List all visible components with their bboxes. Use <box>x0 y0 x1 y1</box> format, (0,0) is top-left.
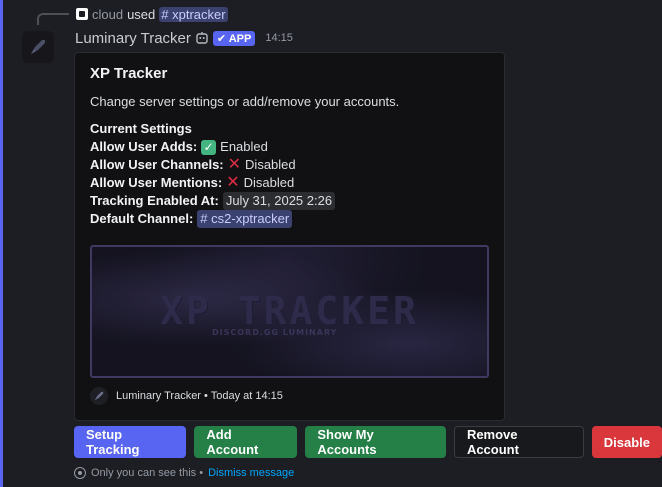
footer-rocket-icon <box>90 387 108 405</box>
setting-row-user-channels: Allow User Channels: ✕ Disabled <box>90 156 335 174</box>
setting-label: Allow User Channels: <box>90 157 224 172</box>
bot-robot-icon <box>195 31 209 45</box>
disable-button[interactable]: Disable <box>591 426 662 458</box>
footer-text: Luminary Tracker • Today at 14:15 <box>116 390 283 402</box>
rocket-icon <box>31 40 45 54</box>
banner-subtitle: DISCORD.GG LUMINARY <box>212 328 338 337</box>
embed-card: XP Tracker Change server settings or add… <box>74 52 505 421</box>
embed-description: Change server settings or add/remove you… <box>90 94 400 109</box>
setting-row-user-mentions: Allow User Mentions: ✕ Disabled <box>90 174 335 192</box>
bot-name[interactable]: Luminary Tracker <box>75 30 191 47</box>
embed-banner-image[interactable]: XP TRACKER DISCORD.GG LUMINARY <box>90 245 489 378</box>
app-badge: ✔ APP <box>212 30 256 46</box>
reply-context[interactable]: cloud used # xptracker <box>76 6 228 22</box>
remove-account-button[interactable]: Remove Account <box>453 426 584 458</box>
show-my-accounts-button[interactable]: Show My Accounts <box>305 426 446 458</box>
cross-mark-icon: ✕ <box>227 156 242 173</box>
ephemeral-text: Only you can see this • <box>91 467 204 479</box>
bot-avatar[interactable] <box>22 31 54 63</box>
settings-header: Current Settings <box>90 121 192 136</box>
cross-mark-icon: ✕ <box>226 174 240 191</box>
setting-label: Default Channel: <box>90 211 194 226</box>
message-header: Luminary Tracker ✔ APP 14:15 <box>75 28 293 48</box>
setting-value: Disabled <box>245 157 296 172</box>
embed-title: XP Tracker <box>90 65 168 82</box>
settings-list: Current Settings Allow User Adds: ✓ Enab… <box>90 120 336 228</box>
banner-title: XP TRACKER <box>160 289 419 333</box>
action-row: Setup Tracking Add Account Show My Accou… <box>74 426 662 458</box>
setting-value: Disabled <box>243 175 295 190</box>
reply-used-text: used <box>127 6 156 22</box>
setting-row-user-adds: Allow User Adds: ✓ Enabled <box>90 138 335 156</box>
setting-row-default-channel: Default Channel: # cs2-xptracker <box>90 210 335 228</box>
setting-label: Allow User Adds: <box>90 139 198 154</box>
tracking-date-chip[interactable]: July 31, 2025 2:26 <box>222 192 336 210</box>
setting-value: Enabled <box>220 139 268 154</box>
add-account-button[interactable]: Add Account <box>194 426 298 458</box>
setting-row-tracking-enabled: Tracking Enabled At: July 31, 2025 2:26 <box>90 192 336 210</box>
embed-footer: Luminary Tracker • Today at 14:15 <box>90 387 283 405</box>
message-timestamp[interactable]: 14:15 <box>265 32 293 44</box>
channel-mention[interactable]: # cs2-xptracker <box>197 210 293 228</box>
reply-user-avatar-icon <box>76 8 88 20</box>
command-mention[interactable]: # xptracker <box>159 6 228 22</box>
setup-tracking-button[interactable]: Setup Tracking <box>74 426 187 458</box>
reply-username[interactable]: cloud <box>92 7 123 22</box>
reply-spine <box>37 13 69 25</box>
ephemeral-notice: Only you can see this • Dismiss message <box>74 467 294 479</box>
eye-icon <box>74 467 86 479</box>
dismiss-message-link[interactable]: Dismiss message <box>208 467 294 479</box>
check-mark-icon: ✓ <box>201 139 217 155</box>
setting-label: Tracking Enabled At: <box>90 193 219 208</box>
setting-label: Allow User Mentions: <box>90 175 223 190</box>
settings-header-row: Current Settings <box>90 120 335 138</box>
